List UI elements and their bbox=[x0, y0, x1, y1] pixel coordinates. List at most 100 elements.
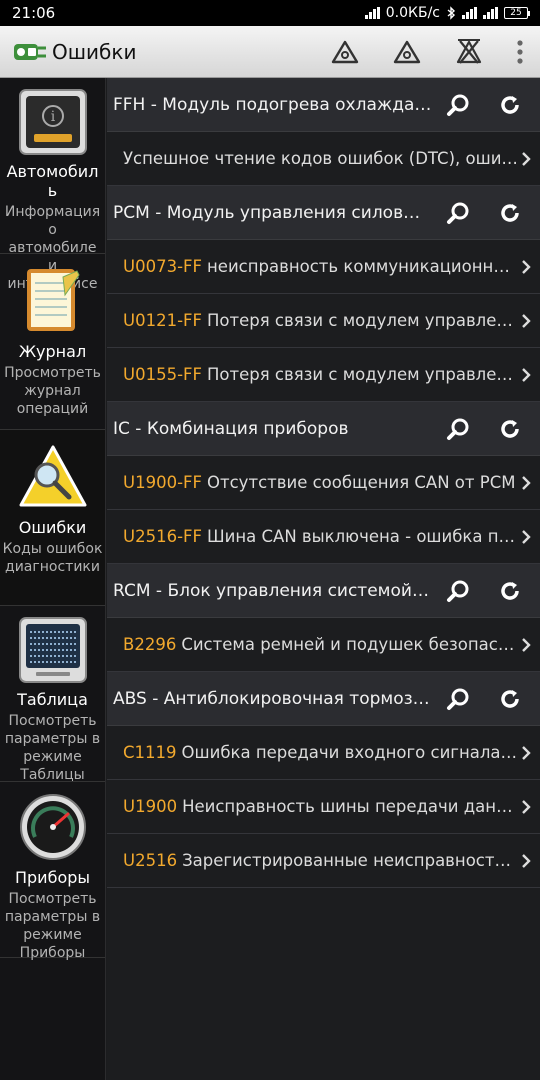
chevron-right-icon bbox=[522, 151, 531, 166]
error-description: Успешное чтение кодов ошибок (DTC), ошиб… bbox=[123, 149, 518, 168]
module-refresh-button[interactable] bbox=[484, 402, 536, 456]
list-item[interactable]: U0073-FFнеисправность коммуникационной ш… bbox=[107, 240, 540, 294]
clear-errors-button[interactable] bbox=[438, 26, 500, 78]
sidebar-item-desc: Коды ошибок диагностики bbox=[2, 541, 103, 575]
sidebar-item-label: Автомобиль bbox=[6, 162, 99, 200]
sidebar-item-errors[interactable]: Ошибки Коды ошибок диагностики bbox=[0, 430, 105, 606]
sidebar-item-vehicle[interactable]: i Автомобиль Информация о автомобиле и и… bbox=[0, 78, 105, 292]
error-code: U2516 bbox=[123, 851, 178, 870]
gauge-icon bbox=[19, 794, 86, 860]
list-item[interactable]: U1900-FF Отсутствие сообщения CAN от PCM bbox=[107, 456, 540, 510]
error-description: Неисправность шины передачи данных bbox=[182, 797, 518, 816]
sidebar: i Автомобиль Информация о автомобиле и и… bbox=[0, 78, 106, 1080]
sidebar-item-gauges[interactable]: Приборы Посмотреть параметры в режиме Пр… bbox=[0, 782, 105, 961]
warning-magnifier-icon bbox=[19, 445, 86, 507]
module-search-button[interactable] bbox=[432, 564, 484, 618]
sidebar-item-desc: Посмотреть параметры в режиме Таблицы bbox=[4, 713, 101, 783]
search-icon bbox=[447, 580, 469, 602]
sidebar-item-label: Журнал bbox=[18, 342, 87, 361]
refresh-icon bbox=[501, 689, 519, 708]
warning-triangle-icon bbox=[393, 40, 421, 63]
sidebar-item-table[interactable]: Таблица Посмотреть параметры в режиме Та… bbox=[0, 606, 105, 783]
error-code: U0073-FF bbox=[123, 257, 203, 276]
error-description: Шина CAN выключена - ошибка передачи bbox=[207, 527, 518, 546]
delete-errors-icon bbox=[456, 38, 482, 64]
sidebar-item-desc: Посмотреть параметры в режиме Приборы bbox=[4, 891, 101, 961]
module-header: PCM - Модуль управления силовым агрегато… bbox=[107, 186, 540, 240]
module-refresh-button[interactable] bbox=[484, 672, 536, 726]
chevron-right-icon bbox=[522, 637, 531, 652]
error-list: FFH - Модуль подогрева охлаждающей жидко… bbox=[107, 78, 540, 1080]
module-search-button[interactable] bbox=[432, 186, 484, 240]
error-code: U0121-FF bbox=[123, 311, 203, 330]
module-name: FFH - Модуль подогрева охлаждающей жидко… bbox=[113, 94, 432, 115]
module-refresh-button[interactable] bbox=[484, 186, 536, 240]
status-time: 21:06 bbox=[12, 4, 56, 22]
list-item[interactable]: C1119Ошибка передачи входного сигнала да… bbox=[107, 726, 540, 780]
toolbar-actions bbox=[314, 26, 540, 78]
error-code: U0155-FF bbox=[123, 365, 203, 384]
error-code: B2296 bbox=[123, 635, 177, 654]
scan-errors-button[interactable] bbox=[314, 26, 376, 78]
notepad-icon bbox=[26, 269, 80, 331]
search-icon bbox=[447, 688, 469, 710]
overflow-menu-button[interactable] bbox=[500, 26, 540, 78]
module-header: FFH - Модуль подогрева охлаждающей жидко… bbox=[107, 78, 540, 132]
list-item[interactable]: U1900 Неисправность шины передачи данных bbox=[107, 780, 540, 834]
module-search-button[interactable] bbox=[432, 672, 484, 726]
chevron-right-icon bbox=[522, 799, 531, 814]
list-item[interactable]: Успешное чтение кодов ошибок (DTC), ошиб… bbox=[107, 132, 540, 186]
battery-level: 25 bbox=[510, 8, 522, 18]
warning-triangle-icon bbox=[331, 40, 359, 63]
more-vertical-icon bbox=[517, 39, 523, 64]
chevron-right-icon bbox=[522, 529, 531, 544]
error-description: Ошибка передачи входного сигнала давлени… bbox=[181, 743, 518, 762]
refresh-icon bbox=[501, 203, 519, 222]
chevron-right-icon bbox=[522, 853, 531, 868]
list-item[interactable]: U2516Зарегистрированные неисправности ши… bbox=[107, 834, 540, 888]
svg-text:i: i bbox=[50, 109, 55, 125]
status-indicators: 0.0КБ/с 25 bbox=[364, 5, 530, 21]
error-code: U1900 bbox=[123, 797, 178, 816]
net-speed: 0.0КБ/с bbox=[385, 5, 440, 21]
signal-icon-2 bbox=[462, 7, 477, 19]
sidebar-item-desc: Просмотреть журнал операций bbox=[4, 365, 101, 417]
vehicle-info-icon: i bbox=[18, 89, 87, 155]
module-header: IC - Комбинация приборов bbox=[107, 402, 540, 456]
search-icon bbox=[447, 202, 469, 224]
error-description: Зарегистрированные неисправности шины bbox=[182, 851, 518, 870]
error-code: C1119 bbox=[123, 743, 177, 762]
search-icon bbox=[447, 418, 469, 440]
module-refresh-button[interactable] bbox=[484, 564, 536, 618]
module-header: RCM - Блок управления системой безопасно… bbox=[107, 564, 540, 618]
error-description: Потеря связи с модулем управления прибор… bbox=[207, 365, 518, 384]
module-search-button[interactable] bbox=[432, 78, 484, 132]
list-item[interactable]: B2296 Система ремней и подушек безопаснос… bbox=[107, 618, 540, 672]
refresh-icon bbox=[501, 581, 519, 600]
list-item[interactable]: U0121-FF Потеря связи с модулем управлени… bbox=[107, 294, 540, 348]
read-errors-button[interactable] bbox=[376, 26, 438, 78]
search-icon bbox=[447, 94, 469, 116]
app-logo-icon bbox=[14, 43, 46, 60]
error-description: неисправность коммуникационной шины bbox=[207, 257, 518, 276]
status-bar: 21:06 0.0КБ/с 25 bbox=[0, 0, 540, 26]
chevron-right-icon bbox=[522, 313, 531, 328]
error-description: Потеря связи с модулем управления ABS bbox=[207, 311, 518, 330]
page-title: Ошибки bbox=[52, 39, 137, 64]
chevron-right-icon bbox=[522, 475, 531, 490]
error-code: U2516-FF bbox=[123, 527, 203, 546]
app-bar: Ошибки bbox=[0, 26, 540, 78]
signal-icon bbox=[364, 7, 380, 19]
list-item[interactable]: U0155-FF Потеря связи с модулем управлени… bbox=[107, 348, 540, 402]
error-description: Система ремней и подушек безопасности bbox=[181, 635, 518, 654]
chevron-right-icon bbox=[522, 745, 531, 760]
module-refresh-button[interactable] bbox=[484, 78, 536, 132]
module-name: PCM - Модуль управления силовым агрегато… bbox=[113, 202, 432, 223]
refresh-icon bbox=[501, 95, 519, 114]
bluetooth-icon bbox=[447, 6, 456, 20]
list-item[interactable]: U2516-FFШина CAN выключена - ошибка пере… bbox=[107, 510, 540, 564]
battery-icon: 25 bbox=[504, 7, 530, 19]
error-code: U1900-FF bbox=[123, 473, 203, 492]
refresh-icon bbox=[501, 419, 519, 438]
module-search-button[interactable] bbox=[432, 402, 484, 456]
